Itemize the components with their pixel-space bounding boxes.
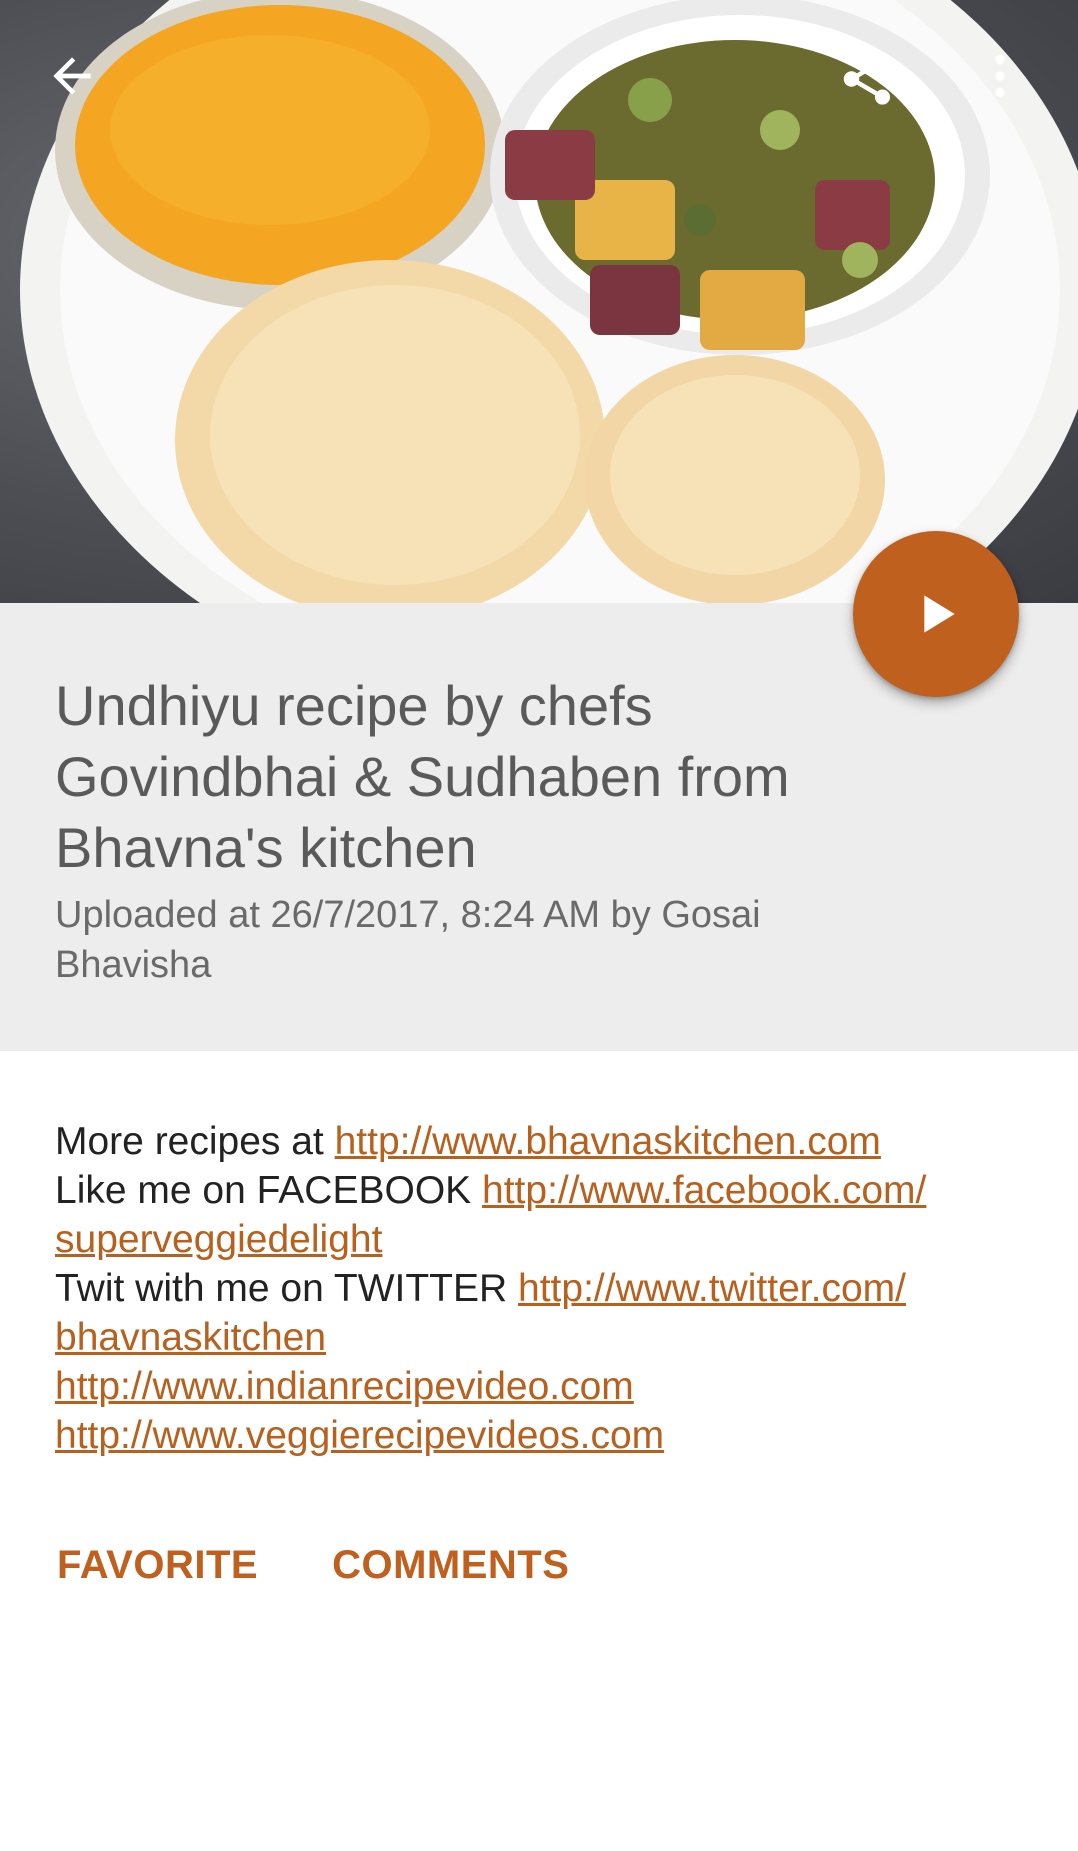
indianrecipevideo-link[interactable]: http://www.indianrecipevideo.com — [55, 1365, 634, 1408]
upload-info: Uploaded at 26/7/2017, 8:24 AM by Gosai … — [55, 894, 761, 986]
description-line: superveggiedelight — [55, 1215, 1035, 1264]
share-button[interactable] — [836, 48, 916, 128]
back-button[interactable] — [44, 48, 124, 128]
description-line: Like me on FACEBOOK http://www.facebook.… — [55, 1166, 1035, 1215]
video-title: Undhiyu recipe by chefs Govindbhai & Sud… — [55, 674, 790, 879]
website-link[interactable]: http://www.bhavnaskitchen.com — [335, 1120, 881, 1163]
facebook-link-continued[interactable]: superveggiedelight — [55, 1218, 382, 1261]
description-line: http://www.veggierecipevideos.com — [55, 1411, 1035, 1460]
description-line: bhavnaskitchen — [55, 1313, 1035, 1362]
arrow-back-icon — [53, 57, 91, 95]
description-line: http://www.indianrecipevideo.com — [55, 1362, 1035, 1411]
twitter-link[interactable]: http://www.twitter.com/ — [518, 1267, 906, 1310]
description-text: Twit with me on TWITTER — [55, 1267, 519, 1310]
facebook-link[interactable]: http://www.facebook.com/ — [482, 1169, 926, 1212]
play-button[interactable] — [853, 531, 1019, 697]
action-bar: FAVORITE COMMENTS — [57, 1540, 643, 1590]
food-photo — [20, 0, 1078, 603]
comments-button[interactable]: COMMENTS — [332, 1540, 569, 1590]
share-icon — [843, 53, 891, 105]
video-description: More recipes at http://www.bhavnaskitche… — [55, 1117, 1035, 1460]
more-vert-icon — [995, 55, 1005, 97]
description-text: Like me on FACEBOOK — [55, 1169, 483, 1212]
description-line: More recipes at http://www.bhavnaskitche… — [55, 1117, 1035, 1166]
more-options-button[interactable] — [972, 48, 1052, 128]
description-text: More recipes at — [55, 1120, 335, 1163]
veggierecipevideos-link[interactable]: http://www.veggierecipevideos.com — [55, 1414, 664, 1457]
play-icon — [924, 595, 955, 633]
favorite-button[interactable]: FAVORITE — [57, 1540, 258, 1590]
description-line: Twit with me on TWITTER http://www.twitt… — [55, 1264, 1035, 1313]
video-thumbnail[interactable] — [0, 0, 1078, 603]
twitter-link-continued[interactable]: bhavnaskitchen — [55, 1316, 326, 1359]
